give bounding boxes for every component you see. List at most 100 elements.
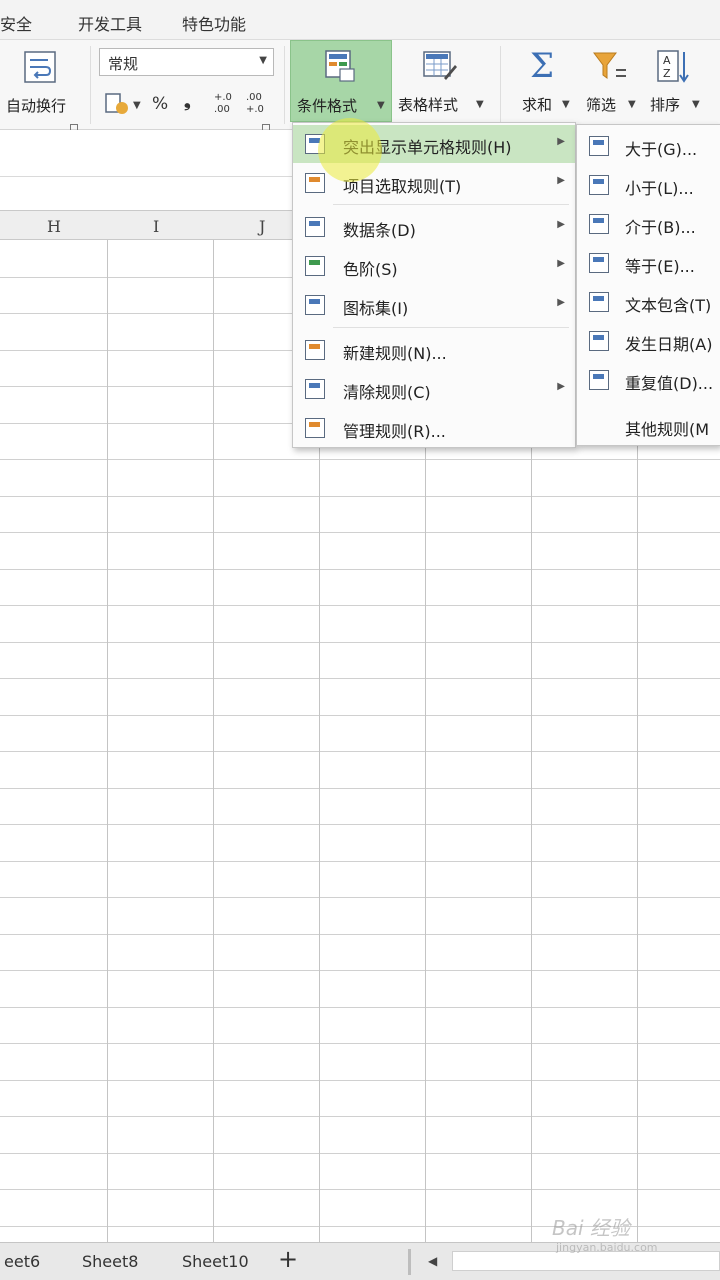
menu-item-label: 管理规则(R)...: [343, 422, 446, 441]
equal-to-icon: [589, 253, 609, 273]
grid-row-line: [0, 1080, 720, 1081]
wrap-text-icon: [24, 51, 56, 83]
wrap-text-label: 自动换行: [6, 97, 67, 115]
menu-item-manage-rules[interactable]: 管理规则(R)...: [293, 409, 575, 447]
watermark-subtext: jingyan.baidu.com: [556, 1241, 658, 1254]
sigma-icon: Σ: [530, 46, 555, 86]
watermark-logo: Bai 经验 jingyan.baidu.com: [552, 1212, 658, 1254]
menu-item-label: 数据条(D): [343, 221, 416, 240]
grid-row-line: [0, 496, 720, 497]
grid-row-line: [0, 1043, 720, 1044]
sheet-tab[interactable]: Sheet10: [182, 1252, 249, 1271]
menu-item-icon-sets[interactable]: 图标集(I) ▶: [293, 286, 575, 324]
grid-row-line: [0, 1189, 720, 1190]
menu-item-duplicate-values[interactable]: 重复值(D)...: [577, 361, 720, 399]
column-header-i[interactable]: I: [153, 217, 159, 236]
menu-item-more-rules[interactable]: 其他规则(M: [577, 407, 720, 445]
color-scales-icon: [305, 256, 325, 276]
highlight-cells-submenu: 大于(G)... 小于(L)... 介于(B)... 等于(E)... 文本包含…: [576, 124, 720, 446]
sort-label: 排序: [650, 96, 681, 114]
number-format-value: 常规: [108, 55, 139, 73]
chevron-down-icon: ▼: [628, 99, 636, 110]
table-style-button[interactable]: 表格样式 ▼: [394, 40, 490, 122]
number-format-select[interactable]: 常规 ▼: [99, 48, 274, 76]
column-header-h[interactable]: H: [47, 217, 61, 236]
comma-style-button[interactable]: ❟: [184, 92, 191, 112]
sum-label: 求和: [522, 96, 553, 114]
sheet-tab[interactable]: Sheet8: [82, 1252, 138, 1271]
grid-row-line: [0, 788, 720, 789]
submenu-arrow-icon: ▶: [557, 297, 565, 308]
less-than-icon: [589, 175, 609, 195]
sort-button[interactable]: A Z 排序 ▼: [646, 40, 708, 122]
menu-item-between[interactable]: 介于(B)...: [577, 205, 720, 243]
menu-item-color-scales[interactable]: 色阶(S) ▶: [293, 247, 575, 285]
conditional-format-icon: [325, 50, 355, 82]
increase-decimal-button[interactable]: +.0.00: [214, 92, 236, 118]
manage-rules-icon: [305, 418, 325, 438]
date-occurring-icon: [589, 331, 609, 351]
grid-row-line: [0, 934, 720, 935]
add-sheet-button[interactable]: +: [278, 1245, 298, 1273]
chevron-down-icon: ▼: [259, 55, 267, 66]
sum-button[interactable]: Σ 求和 ▼: [516, 40, 576, 122]
submenu-arrow-icon: ▶: [557, 136, 565, 147]
text-contains-icon: [589, 292, 609, 312]
cursor-highlight: [318, 118, 382, 182]
submenu-arrow-icon: ▶: [557, 381, 565, 392]
column-header-j[interactable]: J: [259, 217, 265, 236]
percent-style-button[interactable]: %: [152, 94, 168, 114]
scroll-left-icon[interactable]: ◀: [428, 1254, 437, 1268]
menu-item-label: 文本包含(T): [625, 296, 712, 315]
ribbon: 自动换行 常规 ▼ ▼ % ❟ +.0.00 .00 +.0 条件格式 ▼ 表格…: [0, 40, 720, 132]
chevron-down-icon: ▼: [476, 99, 484, 110]
tab-security[interactable]: 安全: [0, 11, 32, 35]
currency-format-icon[interactable]: [104, 92, 130, 116]
menu-item-clear-rules[interactable]: 清除规则(C) ▶: [293, 370, 575, 408]
data-bars-icon: [305, 217, 325, 237]
grid-row-line: [0, 970, 720, 971]
clear-rules-icon: [305, 379, 325, 399]
wrap-text-button[interactable]: 自动换行: [0, 40, 80, 120]
grid-row-line: [0, 459, 720, 460]
conditional-format-label: 条件格式: [297, 97, 358, 115]
chevron-down-icon: ▼: [377, 100, 385, 111]
menu-item-label: 色阶(S): [343, 260, 398, 279]
menu-item-label: 发生日期(A): [625, 335, 713, 354]
greater-than-icon: [589, 136, 609, 156]
divider: [500, 46, 501, 124]
menu-item-new-rule[interactable]: 新建规则(N)...: [293, 331, 575, 369]
grid-row-line: [0, 569, 720, 570]
grid-row-line: [0, 605, 720, 606]
menu-item-label: 其他规则(M: [625, 420, 710, 439]
grid-row-line: [0, 824, 720, 825]
grid-row-line: [0, 1153, 720, 1154]
svg-text:Z: Z: [663, 67, 671, 80]
decrease-decimal-button[interactable]: .00 +.0: [246, 92, 268, 118]
chevron-down-icon[interactable]: ▼: [133, 100, 141, 111]
chevron-down-icon: ▼: [562, 99, 570, 110]
tab-developer-tools[interactable]: 开发工具: [78, 11, 142, 35]
divider: [284, 46, 285, 124]
tab-special-features[interactable]: 特色功能: [182, 11, 246, 35]
menu-item-text-contains[interactable]: 文本包含(T): [577, 283, 720, 321]
horizontal-scrollbar[interactable]: [452, 1251, 720, 1271]
menu-item-equal-to[interactable]: 等于(E)...: [577, 244, 720, 282]
menu-item-data-bars[interactable]: 数据条(D) ▶: [293, 208, 575, 246]
conditional-format-button[interactable]: 条件格式 ▼: [290, 40, 392, 122]
menu-item-label: 图标集(I): [343, 299, 409, 318]
tab-splitter-handle[interactable]: [408, 1249, 411, 1275]
chevron-down-icon: ▼: [692, 99, 700, 110]
grid-row-line: [0, 861, 720, 862]
menu-item-label: 小于(L)...: [625, 179, 694, 198]
menu-item-label: 介于(B)...: [625, 218, 696, 237]
menu-tab-bar: 安全 开发工具 特色功能: [0, 0, 720, 40]
menu-item-label: 新建规则(N)...: [343, 344, 447, 363]
menu-item-greater-than[interactable]: 大于(G)...: [577, 127, 720, 165]
icon-sets-icon: [305, 295, 325, 315]
grid-row-line: [0, 1007, 720, 1008]
menu-item-less-than[interactable]: 小于(L)...: [577, 166, 720, 204]
sheet-tab[interactable]: eet6: [4, 1252, 40, 1271]
filter-button[interactable]: 筛选 ▼: [580, 40, 642, 122]
menu-item-date-occurring[interactable]: 发生日期(A): [577, 322, 720, 360]
